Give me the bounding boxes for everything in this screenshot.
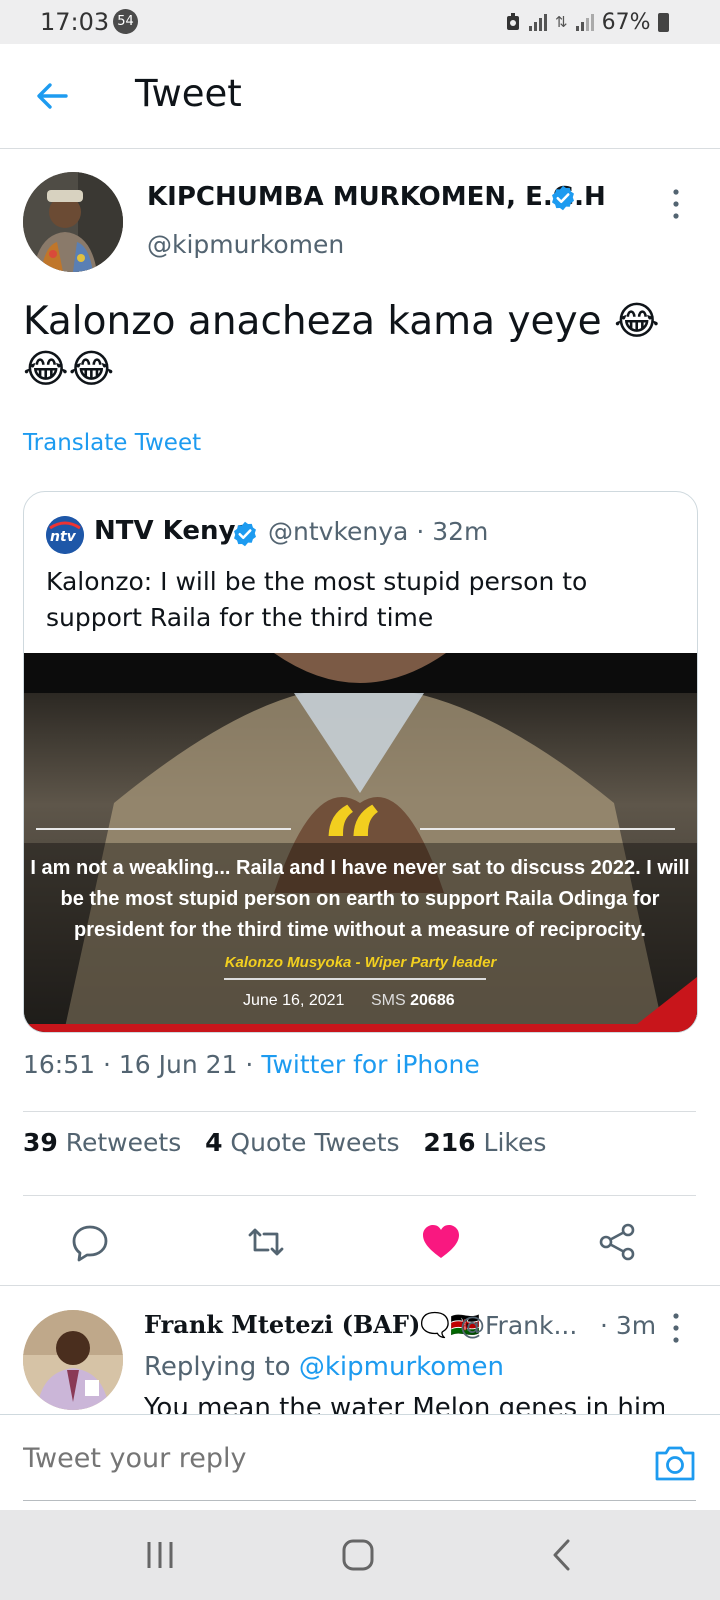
- quoted-author-name: NTV Kenya: [94, 516, 253, 546]
- status-icons: ⇅ 67%: [505, 9, 670, 35]
- retweets-stat[interactable]: 39 Retweets: [23, 1128, 181, 1157]
- divider-left: [36, 828, 291, 830]
- reply-icon[interactable]: [70, 1222, 110, 1262]
- replying-to-label: Replying to: [144, 1352, 291, 1382]
- attribution-underline: [224, 978, 486, 980]
- image-date: June 16, 2021: [243, 992, 345, 1009]
- share-icon[interactable]: [597, 1222, 637, 1262]
- tweet-time: 16:51: [23, 1050, 96, 1079]
- likes-label: Likes: [483, 1128, 547, 1157]
- sms-label: SMS: [371, 992, 406, 1009]
- tweet-stats: 39 Retweets 4 Quote Tweets 216 Likes: [23, 1128, 546, 1157]
- like-heart-icon[interactable]: [421, 1222, 461, 1262]
- quote-tweets-stat[interactable]: 4 Quote Tweets: [205, 1128, 399, 1157]
- replying-to-handle[interactable]: @kipmurkomen: [299, 1352, 504, 1382]
- battery-percentage: 67%: [601, 9, 651, 35]
- retweet-icon[interactable]: [246, 1222, 286, 1262]
- image-quote-text: I am not a weakling... Raila and I have …: [30, 857, 690, 941]
- camera-icon[interactable]: [653, 1441, 697, 1485]
- quoted-tweet-image[interactable]: “ I am not a weakling... Raila and I hav…: [24, 653, 697, 1032]
- divider: [23, 1195, 696, 1196]
- back-arrow-icon[interactable]: [32, 76, 72, 116]
- recent-apps-icon[interactable]: [137, 1532, 183, 1578]
- reply-author-avatar[interactable]: [23, 1310, 123, 1410]
- retweets-count: 39: [23, 1128, 58, 1157]
- compose-underline: [23, 1500, 696, 1501]
- author-name[interactable]: KIPCHUMBA MURKOMEN, E.G.H: [147, 182, 606, 212]
- author-photo: [23, 172, 123, 272]
- top-app-bar: Tweet: [0, 44, 720, 149]
- system-navigation-bar: [0, 1510, 720, 1600]
- quote-tweets-count: 4: [205, 1128, 223, 1157]
- tweet-meta: 16:51 · 16 Jun 21 · Twitter for iPhone: [23, 1050, 480, 1079]
- divider-right: [420, 828, 675, 830]
- reply-text: You mean the water Melon genes in him: [144, 1395, 664, 1415]
- verified-badge-icon: [234, 521, 256, 547]
- quote-tweets-label: Quote Tweets: [230, 1128, 400, 1157]
- translate-tweet-link[interactable]: Translate Tweet: [23, 430, 201, 456]
- divider: [23, 1111, 696, 1112]
- quoted-tweet-text: Kalonzo: I will be the most stupid perso…: [46, 567, 588, 632]
- reply-age: · 3m: [600, 1311, 657, 1340]
- likes-count: 216: [423, 1128, 476, 1157]
- battery-icon: [658, 12, 670, 32]
- system-back-icon[interactable]: [540, 1532, 586, 1578]
- verified-badge-icon: [552, 185, 574, 211]
- quoted-age: 32m: [432, 517, 489, 546]
- author-avatar[interactable]: [23, 172, 123, 272]
- signal-icon-2: [575, 13, 594, 31]
- home-icon[interactable]: [335, 1532, 381, 1578]
- divider: [0, 1285, 720, 1286]
- status-bar: 17:03 54 ⇅ 67%: [0, 0, 720, 44]
- more-options-icon[interactable]: [668, 186, 684, 222]
- status-time: 17:03: [40, 8, 110, 36]
- ntv-logo-text: ntv: [50, 529, 76, 545]
- brand-strip: [24, 1024, 697, 1032]
- tweet-text: Kalonzo anacheza kama yeye 😂😂😂: [23, 299, 660, 392]
- more-options-icon[interactable]: [668, 1310, 684, 1346]
- likes-stat[interactable]: 216 Likes: [423, 1128, 546, 1157]
- reply-name-tag: (BAF): [341, 1310, 421, 1339]
- signal-icon: [529, 13, 547, 31]
- retweets-label: Retweets: [65, 1128, 182, 1157]
- replying-to: Replying to @kipmurkomen: [144, 1352, 504, 1382]
- image-quote-attribution: Kalonzo Musyoka - Wiper Party leader: [224, 954, 497, 971]
- reply-input[interactable]: [23, 1443, 583, 1474]
- quoted-author-handle-and-age: @ntvkenya · 32m: [268, 517, 489, 546]
- quoted-handle: @ntvkenya: [268, 517, 409, 546]
- sms-number: 20686: [410, 992, 455, 1009]
- reply-compose-bar: [0, 1414, 720, 1511]
- notification-count-badge: 54: [113, 9, 138, 34]
- data-transfer-icon: ⇅: [555, 13, 568, 31]
- reply-author-name[interactable]: Frank Mtetezi (BAF)🗨️🇰🇪: [144, 1310, 480, 1339]
- author-handle[interactable]: @kipmurkomen: [147, 230, 344, 259]
- quoted-tweet-card[interactable]: ntv NTV Kenya @ntvkenya · 32m Kalonzo: I…: [23, 491, 698, 1033]
- image-sms: SMS 20686: [371, 992, 455, 1010]
- reply-author-photo: [23, 1310, 123, 1410]
- alarm-icon: [507, 13, 519, 30]
- quoted-author-avatar: ntv: [46, 516, 84, 554]
- reply-author-handle[interactable]: @Frank...: [460, 1311, 577, 1340]
- page-title: Tweet: [135, 72, 242, 115]
- tweet-source-link[interactable]: Twitter for iPhone: [261, 1050, 479, 1079]
- reply-name-text: Frank Mtetezi: [144, 1310, 334, 1339]
- tweet-date: 16 Jun 21: [118, 1050, 238, 1079]
